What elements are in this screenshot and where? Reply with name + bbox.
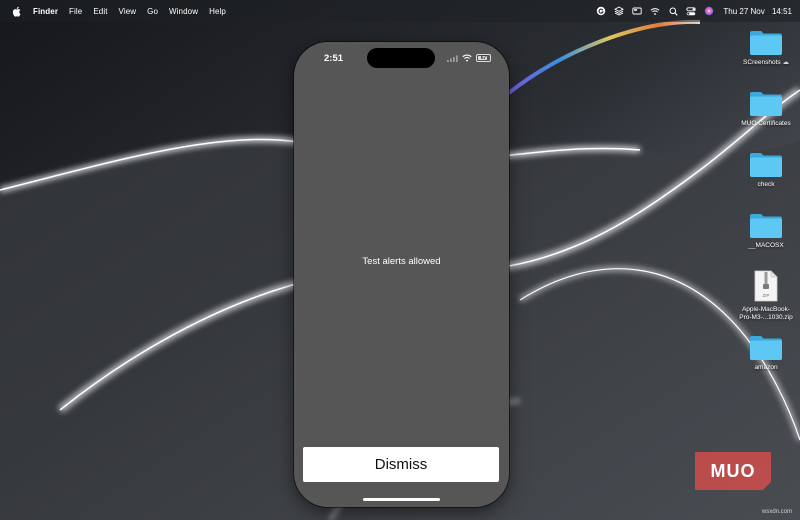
menu-bar-clock[interactable]: Thu 27 Nov 14:51 — [723, 7, 792, 16]
folder-icon — [750, 336, 782, 360]
menu-window[interactable]: Window — [169, 7, 198, 16]
dismiss-button[interactable]: Dismiss — [303, 447, 499, 482]
battery-icon: 67 — [476, 54, 491, 62]
watermark-credit: wsxdn.com — [761, 509, 792, 515]
desktop-item-macosx[interactable]: __MACOSX — [730, 212, 800, 250]
folder-icon — [750, 153, 782, 177]
desktop-item-label-line1: Apple-MacBook- — [741, 306, 791, 313]
menu-help[interactable]: Help — [209, 7, 226, 16]
alert-message: Test alerts allowed — [362, 256, 441, 267]
zip-badge-text: ZIP — [762, 293, 769, 298]
menu-bar-time: 14:51 — [771, 6, 792, 16]
iphone-simulator: 2:51 67 Test alerts allowed Dismiss — [294, 42, 509, 507]
muo-logo: MUO — [695, 452, 771, 490]
menu-file[interactable]: File — [69, 7, 82, 16]
muo-logo-text: MUO — [710, 460, 756, 481]
desktop-item-label: amazon — [754, 364, 778, 371]
menu-go[interactable]: Go — [147, 7, 158, 16]
desktop-item-label: __MACOSX — [748, 242, 784, 249]
desktop-item-zip-file[interactable]: ZIP Apple-MacBook- Pro-M3-...1030.zip — [730, 270, 800, 322]
home-indicator[interactable] — [363, 498, 440, 501]
desktop-item-label: MUO Certificates — [741, 120, 791, 127]
menu-bar-date: Thu 27 Nov — [723, 6, 765, 16]
control-center-icon[interactable] — [686, 6, 697, 16]
search-icon[interactable] — [668, 6, 678, 16]
desktop-item-amazon[interactable]: amazon — [730, 334, 800, 372]
cellular-signal-icon — [447, 55, 458, 62]
wifi-icon[interactable] — [650, 6, 660, 16]
desktop: Finder File Edit View Go Window Help Thu… — [0, 0, 800, 520]
desktop-item-screenshots[interactable]: SCreenshots ☁ — [730, 29, 800, 67]
desktop-item-label: SCreenshots — [743, 59, 781, 66]
stack-icon[interactable] — [614, 6, 625, 16]
desktop-item-label: check — [757, 181, 775, 188]
apple-menu-icon[interactable] — [12, 5, 22, 17]
menu-bar: Finder File Edit View Go Window Help Thu… — [0, 0, 800, 22]
icloud-icon: ☁ — [782, 59, 789, 66]
grammarly-icon[interactable] — [596, 6, 606, 16]
folder-icon — [750, 31, 782, 55]
battery-level: 67 — [480, 55, 487, 61]
desktop-item-muo-certificates[interactable]: MUO Certificates — [730, 90, 800, 128]
menu-edit[interactable]: Edit — [93, 7, 107, 16]
phone-status-icons: 67 — [443, 54, 491, 62]
display-icon[interactable] — [632, 6, 643, 16]
menu-finder[interactable]: Finder — [33, 7, 58, 16]
menu-view[interactable]: View — [119, 7, 137, 16]
desktop-item-label-line2: Pro-M3-...1030.zip — [739, 314, 793, 321]
dynamic-island — [367, 48, 435, 68]
folder-icon — [750, 214, 782, 238]
folder-icon — [750, 92, 782, 116]
siri-icon[interactable] — [704, 6, 714, 16]
desktop-item-check[interactable]: check — [730, 151, 800, 189]
wifi-icon — [462, 54, 472, 62]
phone-status-time: 2:51 — [324, 53, 344, 64]
zip-file-icon: ZIP — [754, 270, 778, 302]
